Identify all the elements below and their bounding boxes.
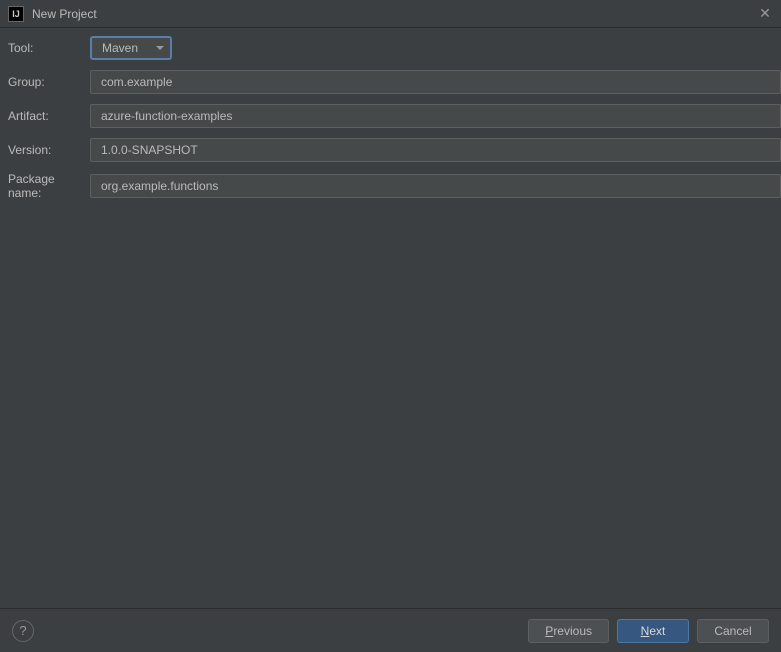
next-button[interactable]: Next [617,619,689,643]
group-input[interactable] [90,70,781,94]
previous-button[interactable]: Previous [528,619,609,643]
close-icon[interactable]: ✕ [757,6,773,22]
chevron-down-icon [156,46,164,50]
cancel-button[interactable]: Cancel [697,619,769,643]
footer: ? Previous Next Cancel [0,608,781,652]
version-row: Version: [8,138,781,162]
help-button[interactable]: ? [12,620,34,642]
previous-rest: revious [553,624,592,638]
package-row: Package name: [8,172,781,200]
package-label: Package name: [8,172,90,200]
tool-label: Tool: [8,41,90,55]
version-label: Version: [8,143,90,157]
artifact-input[interactable] [90,104,781,128]
group-label: Group: [8,75,90,89]
tool-dropdown[interactable]: Maven [90,36,172,60]
window-title: New Project [32,7,757,21]
app-icon: IJ [8,6,24,22]
artifact-row: Artifact: [8,104,781,128]
form-area: Tool: Maven Group: Artifact: Version: Pa… [0,28,781,200]
next-rest: ext [649,624,665,638]
artifact-label: Artifact: [8,109,90,123]
tool-row: Tool: Maven [8,36,781,60]
tool-dropdown-value: Maven [102,41,138,55]
package-input[interactable] [90,174,781,198]
titlebar: IJ New Project ✕ [0,0,781,28]
group-row: Group: [8,70,781,94]
version-input[interactable] [90,138,781,162]
